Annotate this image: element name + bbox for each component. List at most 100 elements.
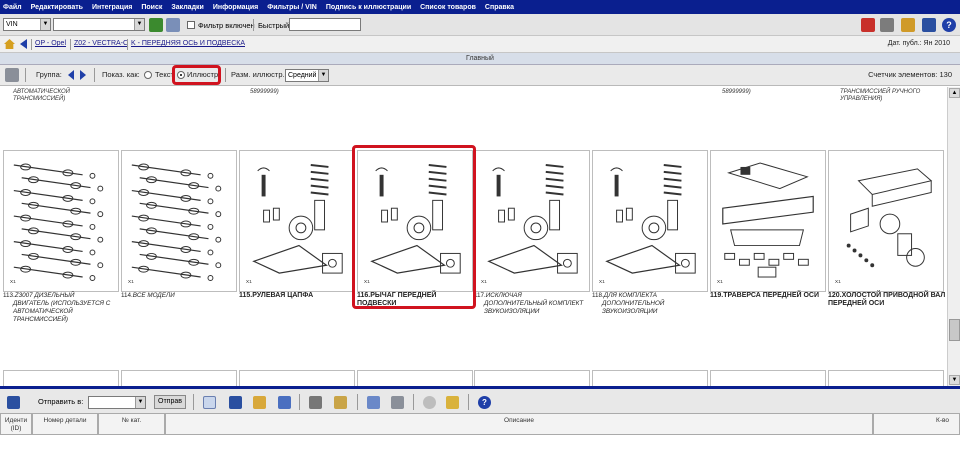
save-icon[interactable] (229, 396, 242, 409)
menu-item[interactable]: Подпись к иллюстрации (326, 4, 411, 11)
column-part-number[interactable]: Номер детали (32, 413, 98, 435)
item-number: 118. (592, 292, 604, 299)
divider (94, 68, 95, 82)
print-icon[interactable] (5, 68, 19, 82)
add-icon[interactable] (278, 396, 291, 409)
vin-input[interactable]: ▼ (53, 18, 145, 31)
column-quantity[interactable]: К-во (873, 413, 960, 435)
illustration-thumbnail[interactable]: X1 (239, 150, 355, 292)
text-view-radio[interactable] (144, 71, 152, 79)
menu-item[interactable]: Информация (213, 4, 258, 11)
item-number: 115. (239, 292, 253, 299)
previous-row-caption: 58999999) (250, 89, 279, 95)
main-toolbar: VIN ▼ ▼ Фильтр включен Быстрый: ? (0, 14, 960, 36)
illustration-thumbnail[interactable]: X1 (121, 150, 237, 292)
previous-group-icon[interactable] (68, 70, 74, 80)
column-catalog-number[interactable]: № кат. (98, 413, 165, 435)
divider (299, 394, 300, 410)
illustration-thumbnail[interactable]: X1 (828, 150, 944, 292)
illustration-thumbnail[interactable] (239, 370, 355, 386)
illustration-thumbnail[interactable] (3, 370, 119, 386)
illustration-caption[interactable]: 118.ДЛЯ КОМПЛЕКТА ДОПОЛНИТЕЛЬНОЙ ЗВУКОИЗО… (592, 292, 710, 316)
menu-item[interactable]: Фильтры / VIN (267, 4, 317, 11)
scroll-up-icon[interactable]: ▲ (949, 88, 960, 98)
send-button[interactable]: Отправ (154, 395, 186, 409)
car-search-icon[interactable] (149, 18, 163, 32)
svg-text:X1: X1 (835, 279, 841, 285)
breadcrumb-item-group[interactable]: K - ПЕРЕДНЯЯ ОСЬ И ПОДВЕСКА (131, 40, 245, 47)
menu-item[interactable]: Список товаров (420, 4, 476, 11)
illustration-caption[interactable]: 114.ВСЕ МОДЕЛИ (121, 292, 239, 300)
item-number: 120. (828, 292, 842, 299)
column-id[interactable]: Иденти (ID) (0, 413, 32, 435)
scroll-down-icon[interactable]: ▼ (949, 375, 960, 385)
help-icon[interactable]: ? (478, 396, 491, 409)
vertical-scrollbar[interactable]: ▲ ▼ (947, 87, 960, 386)
illustration-thumbnail[interactable]: X1 (3, 150, 119, 292)
illustration-caption[interactable]: 120.ХОЛОСТОЙ ПРИВОДНОЙ ВАЛ ПЕРЕДНЕЙ ОСИ (828, 292, 946, 308)
parts-list-toolbar: Отправить в: ▼ Отправ ? (0, 386, 960, 413)
filter-label: Фильтр включен (198, 21, 255, 30)
menu-item[interactable]: Справка (485, 4, 514, 11)
publication-date: Дат. публ.: Ян 2010 (887, 40, 950, 47)
order-icon[interactable] (423, 396, 436, 409)
edit-note-icon[interactable] (334, 396, 347, 409)
previous-row-caption: АВТОМАТИЧЕСКОЙ ТРАНСМИССИЕЙ) (13, 89, 70, 102)
highlight-frame (352, 145, 476, 309)
item-number: 113. (3, 292, 15, 299)
menu-item[interactable]: Поиск (141, 4, 162, 11)
illustration-thumbnail[interactable] (828, 370, 944, 386)
parts-list-icon[interactable] (7, 396, 20, 409)
filter-checkbox[interactable] (187, 21, 195, 29)
illustration-thumbnail[interactable] (121, 370, 237, 386)
breadcrumb-item-model[interactable]: Z02 - VECTRA-C (74, 40, 128, 47)
vin-select[interactable]: VIN ▼ (3, 18, 51, 31)
chevron-down-icon: ▼ (318, 70, 328, 81)
send-to-select[interactable]: ▼ (88, 396, 146, 409)
back-arrow-icon[interactable] (20, 39, 27, 49)
illustration-caption[interactable]: 117.ИСКЛЮЧАЯ ДОПОЛНИТЕЛЬНЫЙ КОМПЛЕКТ ЗВУК… (474, 292, 592, 316)
scroll-thumb[interactable] (949, 319, 960, 341)
illustration-size-select[interactable]: Средний ▼ (285, 69, 329, 82)
menu-bar: Файл Редактировать Интеграция Поиск Закладки… (0, 0, 960, 14)
help-icon[interactable]: ? (942, 18, 956, 32)
menu-item[interactable]: Интеграция (92, 4, 132, 11)
illustration-caption[interactable]: 113.Z3007 ДИЗЕЛЬНЫЙ ДВИГАТЕЛЬ (ИСПОЛЬЗУЕТ… (3, 292, 121, 324)
chevron-down-icon: ▼ (134, 19, 144, 30)
next-group-icon[interactable] (80, 70, 86, 80)
notes-icon[interactable] (446, 396, 459, 409)
menu-item[interactable]: Файл (3, 4, 22, 11)
export-icon[interactable] (367, 396, 380, 409)
item-number: 119. (710, 292, 724, 299)
exit-icon[interactable] (922, 18, 936, 32)
illustration-thumbnail[interactable] (592, 370, 708, 386)
new-document-icon[interactable] (861, 18, 875, 32)
illustration-thumbnail[interactable] (474, 370, 590, 386)
illustration-thumbnail[interactable]: X1 (592, 150, 708, 292)
open-folder-icon[interactable] (253, 396, 266, 409)
settings-icon[interactable] (166, 18, 180, 32)
illustration-thumbnail[interactable] (357, 370, 473, 386)
illustration-thumbnail[interactable]: X1 (710, 150, 826, 292)
illustration-caption[interactable]: 119.ТРАВЕРСА ПЕРЕДНЕЙ ОСИ (710, 292, 828, 300)
breadcrumb-item-make[interactable]: OP - Opel (35, 40, 66, 47)
panel-title: Главный (0, 53, 960, 65)
quick-search-input[interactable] (289, 18, 361, 31)
vin-select-value: VIN (6, 21, 18, 28)
print-icon[interactable] (391, 396, 404, 409)
item-title: РУЛЕВАЯ ЦАПФА (252, 292, 314, 299)
menu-item[interactable]: Закладки (171, 4, 203, 11)
illustration-thumbnail[interactable] (710, 370, 826, 386)
bookmark-icon[interactable] (901, 18, 915, 32)
illustration-caption[interactable]: 115.РУЛЕВАЯ ЦАПФА (239, 292, 357, 300)
illustration-thumbnail[interactable]: X1 (474, 150, 590, 292)
copy-icon[interactable] (203, 396, 216, 409)
column-description[interactable]: Описание (165, 413, 873, 435)
home-icon[interactable] (4, 39, 15, 49)
item-title: ХОЛОСТОЙ ПРИВОДНОЙ ВАЛ (841, 292, 946, 299)
illustration-size-value: Средний (288, 72, 317, 79)
menu-item[interactable]: Редактировать (31, 4, 83, 11)
eraser-icon[interactable] (880, 18, 894, 32)
delete-icon[interactable] (309, 396, 322, 409)
item-description: ДОПОЛНИТЕЛЬНОЙ ЗВУКОИЗОЛЯЦИИ (602, 300, 665, 315)
